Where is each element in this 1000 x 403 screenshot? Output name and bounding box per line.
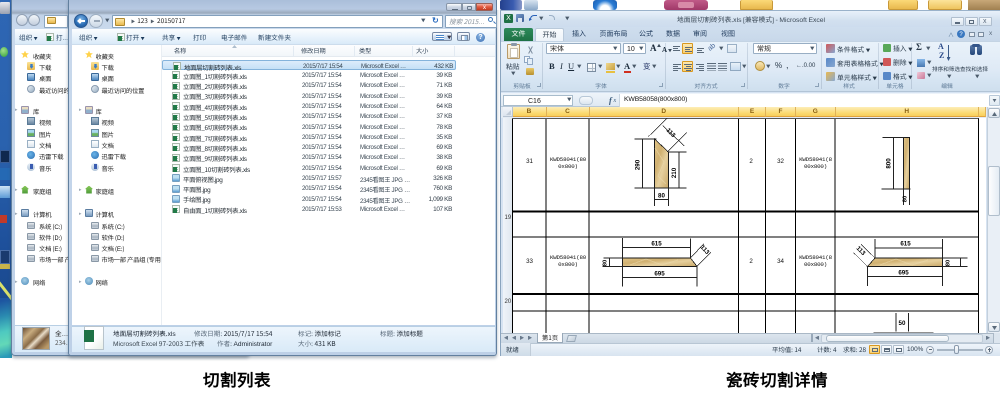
svg-text:290: 290 bbox=[634, 159, 641, 170]
svg-text:80: 80 bbox=[945, 260, 951, 266]
svg-text:80: 80 bbox=[658, 193, 665, 200]
svg-text:80: 80 bbox=[902, 196, 908, 202]
svg-text:695: 695 bbox=[654, 271, 665, 278]
svg-text:50: 50 bbox=[898, 320, 905, 327]
svg-text:113: 113 bbox=[698, 244, 710, 256]
svg-text:615: 615 bbox=[651, 241, 662, 248]
svg-text:80: 80 bbox=[602, 260, 608, 266]
svg-text:615: 615 bbox=[900, 241, 911, 248]
svg-text:800: 800 bbox=[885, 158, 892, 169]
svg-text:210: 210 bbox=[671, 167, 678, 178]
svg-text:695: 695 bbox=[898, 270, 909, 277]
